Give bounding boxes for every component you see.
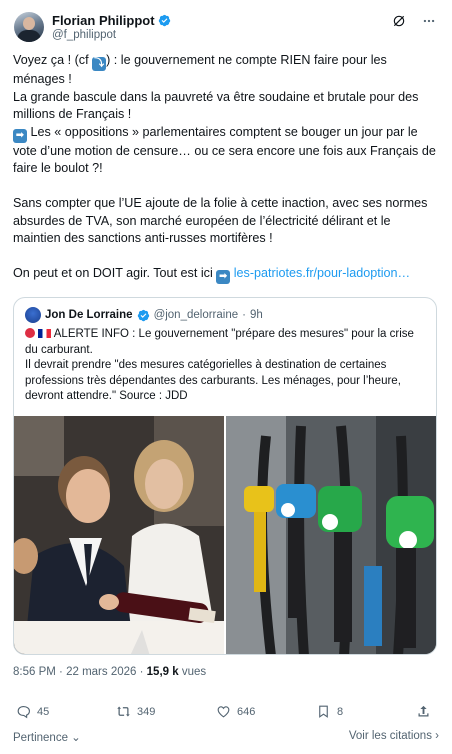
photo-fuel-pumps-image (226, 416, 436, 654)
tweet-paragraph: La grande bascule dans la pauvreté va êt… (13, 89, 419, 122)
quoted-text: ALERTE INFO : Le gouvernement "prépare d… (25, 327, 429, 405)
tweet-date[interactable]: 22 mars 2026 (66, 666, 136, 678)
reply-icon (17, 705, 31, 719)
arrow-right-emoji-icon: ➡ (13, 128, 27, 143)
quoted-paragraph: ALERTE INFO : Le gouvernement "prépare d… (25, 327, 429, 358)
quoted-handle: @jon_delorraine (153, 309, 239, 321)
verified-badge-icon (137, 309, 149, 321)
view-quotes-label: Voir les citations (348, 730, 432, 742)
quoted-header: Jon De Lorraine @jon_delorraine · 9h (25, 307, 263, 323)
author-handle[interactable]: @f_philippot (52, 29, 116, 41)
verified-badge-icon (158, 14, 170, 27)
like-button[interactable]: 646 (216, 704, 255, 719)
relevance-label: Pertinence (13, 732, 68, 744)
reply-count: 45 (37, 705, 50, 718)
separator-dot: · (242, 309, 246, 321)
header-actions (392, 14, 436, 28)
action-bar: 45 349 646 8 (16, 704, 436, 724)
chevron-down-icon: ⌄ (67, 732, 81, 744)
arrow-right-emoji-icon: ➡ (216, 270, 231, 284)
repost-count: 349 (137, 705, 156, 718)
reply-button[interactable]: 45 (16, 704, 49, 719)
bookmark-button[interactable]: 8 (316, 704, 343, 719)
quoted-photo-2[interactable] (226, 416, 436, 654)
arrow-down-right-emoji-icon: ⤵ (92, 57, 107, 71)
quoted-avatar (25, 307, 41, 323)
repost-icon (117, 706, 130, 717)
views-label: vues (181, 666, 207, 678)
separator-dot: · (59, 666, 63, 678)
separator-dot: · (139, 666, 144, 678)
tweet-text-segment: Voyez ça ! (cf (13, 53, 89, 67)
france-flag-icon (38, 329, 52, 338)
bookmark-count: 8 (337, 705, 344, 718)
chevron-right-icon: › (431, 730, 439, 742)
author-avatar[interactable] (14, 12, 44, 42)
tweet-paragraph: Voyez ça ! (cf ⤵) : le gouvernement ne c… (13, 52, 441, 89)
replies-footer: Pertinence ⌄ Voir les citations › (13, 730, 439, 744)
tweet-text-segment: On peut et on DOIT agir. Tout est ici (13, 266, 213, 280)
quoted-paragraph: Il devrait prendre "des mesures catégori… (25, 359, 401, 402)
tweet-paragraph: Sans compter que l’UE ajoute de la folie… (13, 196, 428, 245)
quoted-tweet[interactable]: Jon De Lorraine @jon_delorraine · 9h ALE… (13, 297, 437, 655)
tweet-text: Voyez ça ! (cf ⤵) : le gouvernement ne c… (13, 52, 441, 284)
grok-icon[interactable] (392, 14, 406, 28)
relevance-sort-dropdown[interactable]: Pertinence ⌄ (13, 730, 81, 744)
more-options-icon[interactable] (422, 14, 436, 28)
bookmark-icon (319, 705, 328, 718)
author-display-name[interactable]: Florian Philippot (52, 13, 155, 28)
repost-button[interactable]: 349 (116, 704, 155, 719)
like-count: 646 (237, 705, 256, 718)
share-icon (418, 705, 429, 717)
quoted-display-name: Jon De Lorraine (45, 309, 133, 321)
tweet-text-segment: Les « oppositions » parlementaires compt… (13, 124, 436, 176)
red-circle-emoji-icon (25, 328, 35, 338)
share-button[interactable] (416, 704, 431, 719)
tweet-paragraph: ➡ Les « oppositions » parlementaires com… (13, 124, 441, 178)
tweet-time[interactable]: 8:56 PM (13, 666, 56, 678)
photo-couple-wine-image (14, 416, 224, 654)
external-link[interactable]: les-patriotes.fr/pour-ladoption… (234, 266, 410, 280)
tweet-meta: 8:56 PM · 22 mars 2026 · 15,9 k vues (13, 666, 206, 678)
quoted-text-segment: ALERTE INFO : Le gouvernement "prépare d… (25, 328, 414, 356)
tweet-paragraph: On peut et on DOIT agir. Tout est ici ➡ … (13, 265, 441, 284)
view-quotes-link[interactable]: Voir les citations › (349, 730, 439, 742)
author-name-row: Florian Philippot (52, 13, 171, 28)
quoted-time: 9h (249, 309, 263, 321)
tweet-header: Florian Philippot @f_philippot (14, 12, 438, 46)
views-count: 15,9 k (146, 666, 179, 678)
quoted-photo-1[interactable] (14, 416, 224, 654)
heart-icon (217, 706, 230, 718)
